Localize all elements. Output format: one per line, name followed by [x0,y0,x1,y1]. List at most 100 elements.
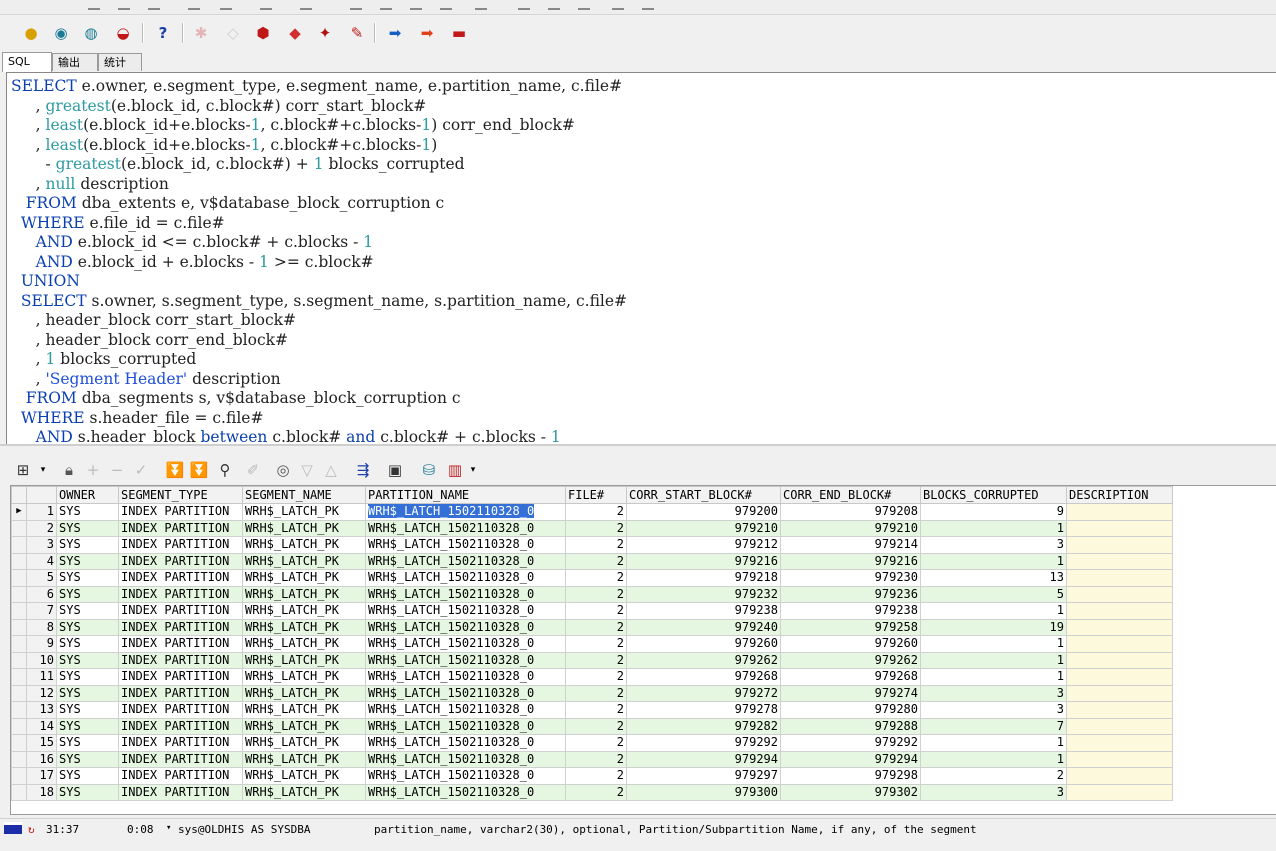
grid-cell-description[interactable] [1066,602,1173,620]
grid-cell-blocks-corrupted[interactable]: 3 [920,684,1067,702]
grid-cell-description[interactable] [1066,503,1173,521]
next-icon[interactable]: △ [320,459,342,481]
grid-cell-segment-name[interactable]: WRH$_LATCH_PK [242,635,366,653]
table-row[interactable]: 4 SYS INDEX PARTITION WRH$_LATCH_PK WRH$_LAT… [11,552,1173,570]
arrow-right-red-icon[interactable]: ➡ [416,22,438,44]
table-row[interactable]: 17 SYS INDEX PARTITION WRH$_LATCH_PK WRH$_LA… [11,767,1173,785]
table-row[interactable]: 18 SYS INDEX PARTITION WRH$_LATCH_PK WRH$_LA… [11,783,1173,801]
table-row[interactable]: 16 SYS INDEX PARTITION WRH$_LATCH_PK WRH$_LA… [11,750,1173,768]
grid-cell-description[interactable] [1066,536,1173,554]
grid-cell-partition-name[interactable]: WRH$_LATCH_1502110328_0 [365,618,566,636]
fetch-next-icon[interactable]: ⏬ [164,459,186,481]
tab-sql[interactable]: SQL [2,52,52,72]
grid-cell-partition-name[interactable]: WRH$_LATCH_1502110328_0 [365,569,566,587]
grid-cell-segment-name[interactable]: WRH$_LATCH_PK [242,569,366,587]
grid-cell-corr-end-block-[interactable]: 979216 [780,552,921,570]
grid-cell-corr-start-block-[interactable]: 979297 [626,767,781,785]
grid-cell-corr-start-block-[interactable]: 979282 [626,717,781,735]
grid-cell-corr-start-block-[interactable]: 979294 [626,750,781,768]
row-indicator[interactable] [11,783,27,801]
row-number[interactable]: 5 [26,569,57,587]
grid-cell-segment-type[interactable]: INDEX PARTITION [118,767,243,785]
tab-output[interactable]: 输出 [52,53,98,71]
grid-cell-partition-name[interactable]: WRH$_LATCH_1502110328_0 [365,536,566,554]
grid-cell-description[interactable] [1066,668,1173,686]
grid-cell-corr-end-block-[interactable]: 979302 [780,783,921,801]
row-indicator[interactable] [11,701,27,719]
table-row[interactable]: 8 SYS INDEX PARTITION WRH$_LATCH_PK WRH$_LAT… [11,618,1173,636]
row-number[interactable]: 17 [26,767,57,785]
grid-cell-segment-name[interactable]: WRH$_LATCH_PK [242,552,366,570]
row-indicator[interactable] [11,552,27,570]
grid-cell-corr-end-block-[interactable]: 979262 [780,651,921,669]
grid-cell-corr-start-block-[interactable]: 979240 [626,618,781,636]
column-header[interactable]: DESCRIPTION [1066,486,1173,504]
grid-cell-corr-end-block-[interactable]: 979274 [780,684,921,702]
grid-cell-segment-name[interactable]: WRH$_LATCH_PK [242,717,366,735]
row-indicator[interactable] [11,717,27,735]
grid-cell-description[interactable] [1066,569,1173,587]
grid-cell-corr-end-block-[interactable]: 979294 [780,750,921,768]
grid-cell-owner[interactable]: SYS [56,684,119,702]
row-number[interactable]: 14 [26,717,57,735]
clear-icon[interactable]: ✐ [242,459,264,481]
grid-cell-owner[interactable]: SYS [56,585,119,603]
grid-cell-owner[interactable]: SYS [56,750,119,768]
grid-cell-owner[interactable]: SYS [56,767,119,785]
grid-cell-description[interactable] [1066,585,1173,603]
save-icon[interactable]: ◒ [112,22,134,44]
grid-cell-segment-type[interactable]: INDEX PARTITION [118,635,243,653]
grid-cell-segment-type[interactable]: INDEX PARTITION [118,684,243,702]
chevron-down-icon[interactable]: ▾ [166,823,171,833]
grid-cell-owner[interactable]: SYS [56,717,119,735]
grid-cell-corr-end-block-[interactable]: 979236 [780,585,921,603]
grid-cell-corr-start-block-[interactable]: 979278 [626,701,781,719]
row-indicator[interactable] [11,767,27,785]
lock-icon[interactable]: 🔒︎ [58,459,80,481]
row-indicator[interactable] [11,519,27,537]
row-indicator[interactable] [11,734,27,752]
grid-cell-corr-end-block-[interactable]: 979298 [780,767,921,785]
grid-cell-blocks-corrupted[interactable]: 1 [920,651,1067,669]
grid-cell-file-[interactable]: 2 [565,635,627,653]
grid-cell-owner[interactable]: SYS [56,668,119,686]
grid-cell-corr-start-block-[interactable]: 979232 [626,585,781,603]
grid-cell-partition-name[interactable]: WRH$_LATCH_1502110328_0 [365,651,566,669]
grid-cell-description[interactable] [1066,651,1173,669]
arrow-right-blue-icon[interactable]: ➡ [384,22,406,44]
row-indicator[interactable] [11,750,27,768]
row-number[interactable]: 6 [26,585,57,603]
grid-cell-description[interactable] [1066,552,1173,570]
row-indicator[interactable] [11,684,27,702]
grid-cell-partition-name[interactable]: WRH$_LATCH_1502110328_0 [365,717,566,735]
grid-cell-owner[interactable]: SYS [56,783,119,801]
grid-cell-segment-type[interactable]: INDEX PARTITION [118,783,243,801]
grid-cell-blocks-corrupted[interactable]: 2 [920,767,1067,785]
grid-cell-file-[interactable]: 2 [565,684,627,702]
grid-cell-file-[interactable]: 2 [565,717,627,735]
table-row[interactable]: 12 SYS INDEX PARTITION WRH$_LATCH_PK WRH$_LA… [11,684,1173,702]
column-header[interactable]: FILE# [565,486,627,504]
grid-cell-description[interactable] [1066,684,1173,702]
grid-cell-segment-name[interactable]: WRH$_LATCH_PK [242,503,366,521]
explain-plan-icon[interactable]: ✦ [314,22,336,44]
table-row[interactable]: 2 SYS INDEX PARTITION WRH$_LATCH_PK WRH$_LAT… [11,519,1173,537]
row-number[interactable]: 15 [26,734,57,752]
commit-icon[interactable]: ⬢ [252,22,274,44]
grid-cell-file-[interactable]: 2 [565,783,627,801]
row-number[interactable]: 2 [26,519,57,537]
row-indicator[interactable] [11,602,27,620]
table-row[interactable]: 10 SYS INDEX PARTITION WRH$_LATCH_PK WRH$_LA… [11,651,1173,669]
grid-cell-file-[interactable]: 2 [565,701,627,719]
grid-cell-segment-type[interactable]: INDEX PARTITION [118,668,243,686]
grid-cell-corr-start-block-[interactable]: 979216 [626,552,781,570]
grid-cell-segment-name[interactable]: WRH$_LATCH_PK [242,750,366,768]
grid-cell-partition-name[interactable]: WRH$_LATCH_1502110328_0 [365,668,566,686]
grid-cell-corr-start-block-[interactable]: 979200 [626,503,781,521]
grid-cell-blocks-corrupted[interactable]: 3 [920,536,1067,554]
grid-cell-segment-name[interactable]: WRH$_LATCH_PK [242,668,366,686]
grid-cell-corr-end-block-[interactable]: 979230 [780,569,921,587]
grid-cell-partition-name[interactable]: WRH$_LATCH_1502110328_0 [365,734,566,752]
grid-cell-segment-type[interactable]: INDEX PARTITION [118,734,243,752]
column-header[interactable]: OWNER [56,486,119,504]
